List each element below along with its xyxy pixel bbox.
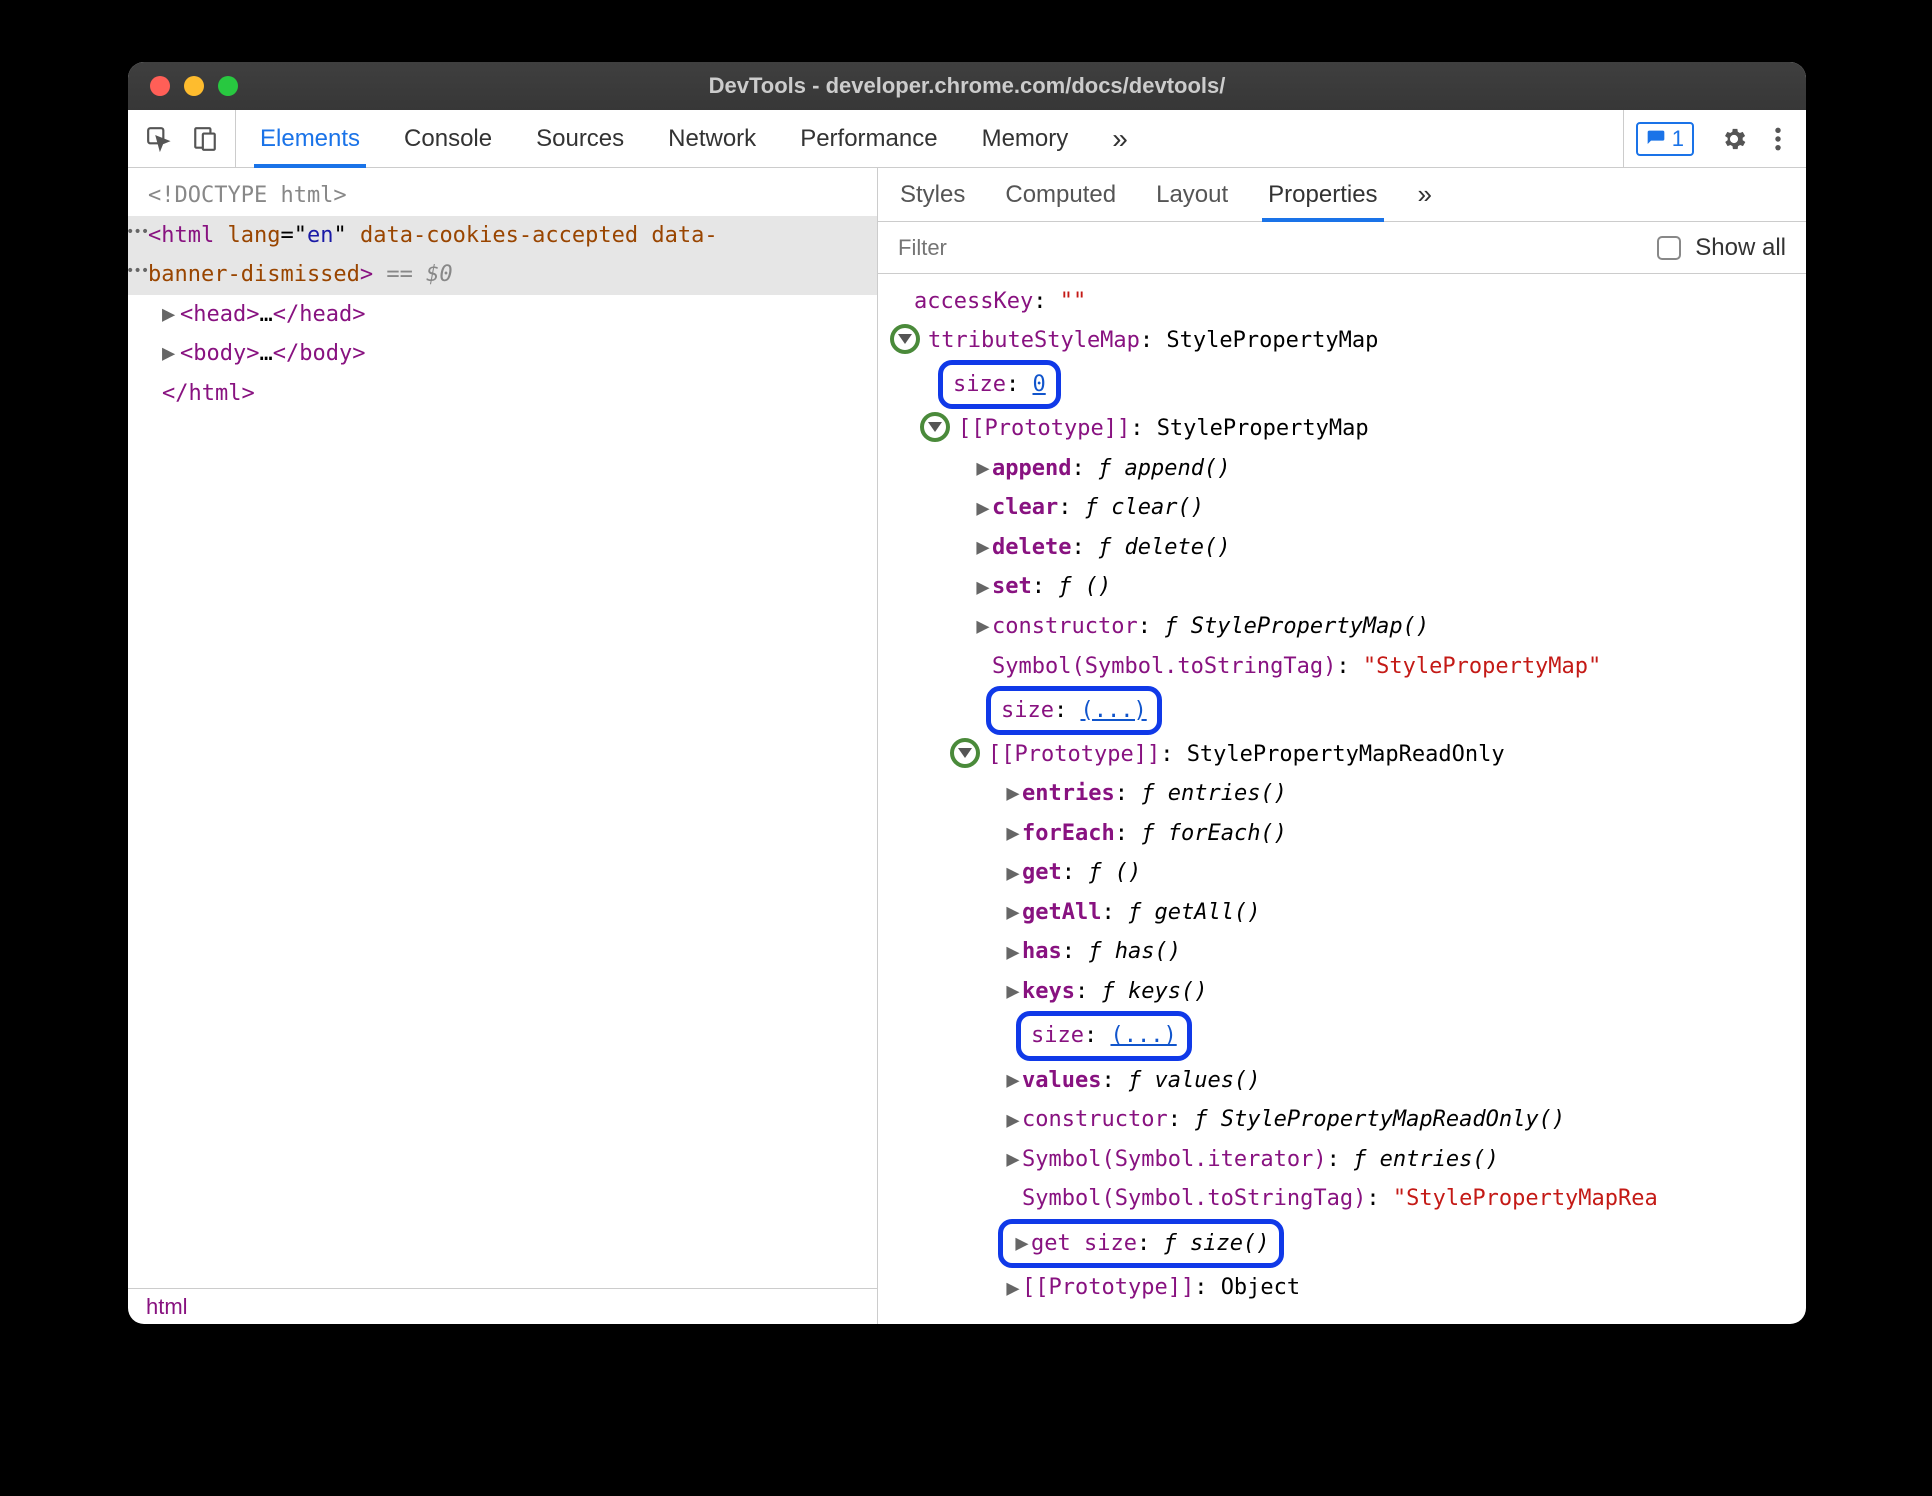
prop-set[interactable]: ▶set: ƒ () <box>892 567 1806 607</box>
tab-elements[interactable]: Elements <box>260 110 360 167</box>
close-window-icon[interactable] <box>150 76 170 96</box>
properties-list[interactable]: accessKey: "" ttributeStyleMap: StylePro… <box>878 274 1806 1324</box>
issues-count: 1 <box>1672 126 1684 152</box>
prop-has[interactable]: ▶has: ƒ has() <box>892 932 1806 972</box>
prop-foreach[interactable]: ▶forEach: ƒ forEach() <box>892 814 1806 854</box>
prop-prototype-1[interactable]: [[Prototype]]: StylePropertyMap <box>892 409 1806 448</box>
prop-prototype-3[interactable]: ▶[[Prototype]]: Object <box>892 1268 1806 1308</box>
prop-accesskey[interactable]: accessKey: "" <box>892 282 1806 321</box>
prop-values[interactable]: ▶values: ƒ values() <box>892 1061 1806 1101</box>
devtools-window: DevTools - developer.chrome.com/docs/dev… <box>128 62 1806 1324</box>
main-toolbar: Elements Console Sources Network Perform… <box>128 110 1806 168</box>
titlebar: DevTools - developer.chrome.com/docs/dev… <box>128 62 1806 110</box>
prop-size-ellipsis-1[interactable]: size: (...) <box>892 686 1806 735</box>
device-toolbar-icon[interactable] <box>192 126 218 152</box>
toolbar-right: 1 <box>1623 110 1806 167</box>
prop-keys[interactable]: ▶keys: ƒ keys() <box>892 972 1806 1012</box>
filter-input[interactable] <box>898 235 1643 261</box>
issues-button[interactable]: 1 <box>1636 122 1694 156</box>
main-tabs: Elements Console Sources Network Perform… <box>236 110 1623 167</box>
body-split: <!DOCTYPE html> <html lang="en" data-coo… <box>128 168 1806 1324</box>
elements-pane: <!DOCTYPE html> <html lang="en" data-coo… <box>128 168 878 1324</box>
expand-highlight-icon[interactable] <box>890 324 920 354</box>
toolbar-left <box>128 110 236 167</box>
prop-get-size[interactable]: ▶get size: ƒ size() <box>892 1219 1806 1269</box>
prop-symbol-tostringtag-2[interactable]: Symbol(Symbol.toStringTag): "StyleProper… <box>892 1179 1806 1218</box>
show-all-label: Show all <box>1695 234 1786 262</box>
show-all-checkbox[interactable] <box>1657 236 1681 260</box>
more-menu-icon[interactable] <box>1774 126 1782 152</box>
sidebar-tabs: Styles Computed Layout Properties » <box>878 168 1806 222</box>
settings-icon[interactable] <box>1720 125 1748 153</box>
prop-entries[interactable]: ▶entries: ƒ entries() <box>892 774 1806 814</box>
tab-styles[interactable]: Styles <box>900 168 965 221</box>
tab-computed[interactable]: Computed <box>1005 168 1116 221</box>
inspect-element-icon[interactable] <box>146 126 172 152</box>
minimize-window-icon[interactable] <box>184 76 204 96</box>
expand-highlight-icon[interactable] <box>950 738 980 768</box>
tab-layout[interactable]: Layout <box>1156 168 1228 221</box>
prop-constructor-2[interactable]: ▶constructor: ƒ StylePropertyMapReadOnly… <box>892 1100 1806 1140</box>
dom-html-open[interactable]: <html lang="en" data-cookies-accepted da… <box>128 216 877 256</box>
prop-append[interactable]: ▶append: ƒ append() <box>892 449 1806 489</box>
prop-symbol-tostringtag-1[interactable]: Symbol(Symbol.toStringTag): "StyleProper… <box>892 647 1806 686</box>
tab-network[interactable]: Network <box>668 110 756 167</box>
prop-size-ellipsis-2[interactable]: size: (...) <box>892 1011 1806 1060</box>
window-controls <box>128 76 238 96</box>
tab-console[interactable]: Console <box>404 110 492 167</box>
prop-size-0[interactable]: size: 0 <box>892 360 1806 409</box>
tab-memory[interactable]: Memory <box>982 110 1069 167</box>
prop-clear[interactable]: ▶clear: ƒ clear() <box>892 488 1806 528</box>
filter-bar: Show all <box>878 222 1806 274</box>
prop-symbol-iterator[interactable]: ▶Symbol(Symbol.iterator): ƒ entries() <box>892 1140 1806 1180</box>
tab-sources[interactable]: Sources <box>536 110 624 167</box>
dom-tree[interactable]: <!DOCTYPE html> <html lang="en" data-coo… <box>128 168 877 1288</box>
sidebar-tabs-overflow-icon[interactable]: » <box>1418 168 1432 221</box>
expand-highlight-icon[interactable] <box>920 412 950 442</box>
dom-html-close[interactable]: </html> <box>128 374 877 414</box>
prop-attributestylemap[interactable]: ttributeStyleMap: StylePropertyMap <box>892 321 1806 360</box>
prop-constructor-1[interactable]: ▶constructor: ƒ StylePropertyMap() <box>892 607 1806 647</box>
tab-properties[interactable]: Properties <box>1268 168 1377 221</box>
prop-getall[interactable]: ▶getAll: ƒ getAll() <box>892 893 1806 933</box>
breadcrumb[interactable]: html <box>128 1288 877 1324</box>
window-title: DevTools - developer.chrome.com/docs/dev… <box>128 73 1806 99</box>
maximize-window-icon[interactable] <box>218 76 238 96</box>
dom-doctype[interactable]: <!DOCTYPE html> <box>128 176 877 216</box>
sidebar-pane: Styles Computed Layout Properties » Show… <box>878 168 1806 1324</box>
tabs-overflow-icon[interactable]: » <box>1112 110 1128 167</box>
prop-delete[interactable]: ▶delete: ƒ delete() <box>892 528 1806 568</box>
dom-body[interactable]: ▶<body>…</body> <box>128 334 877 374</box>
prop-get[interactable]: ▶get: ƒ () <box>892 853 1806 893</box>
dom-html-open-cont[interactable]: banner-dismissed> == $0 <box>128 255 877 295</box>
prop-prototype-2[interactable]: [[Prototype]]: StylePropertyMapReadOnly <box>892 735 1806 774</box>
tab-performance[interactable]: Performance <box>800 110 937 167</box>
dom-head[interactable]: ▶<head>…</head> <box>128 295 877 335</box>
